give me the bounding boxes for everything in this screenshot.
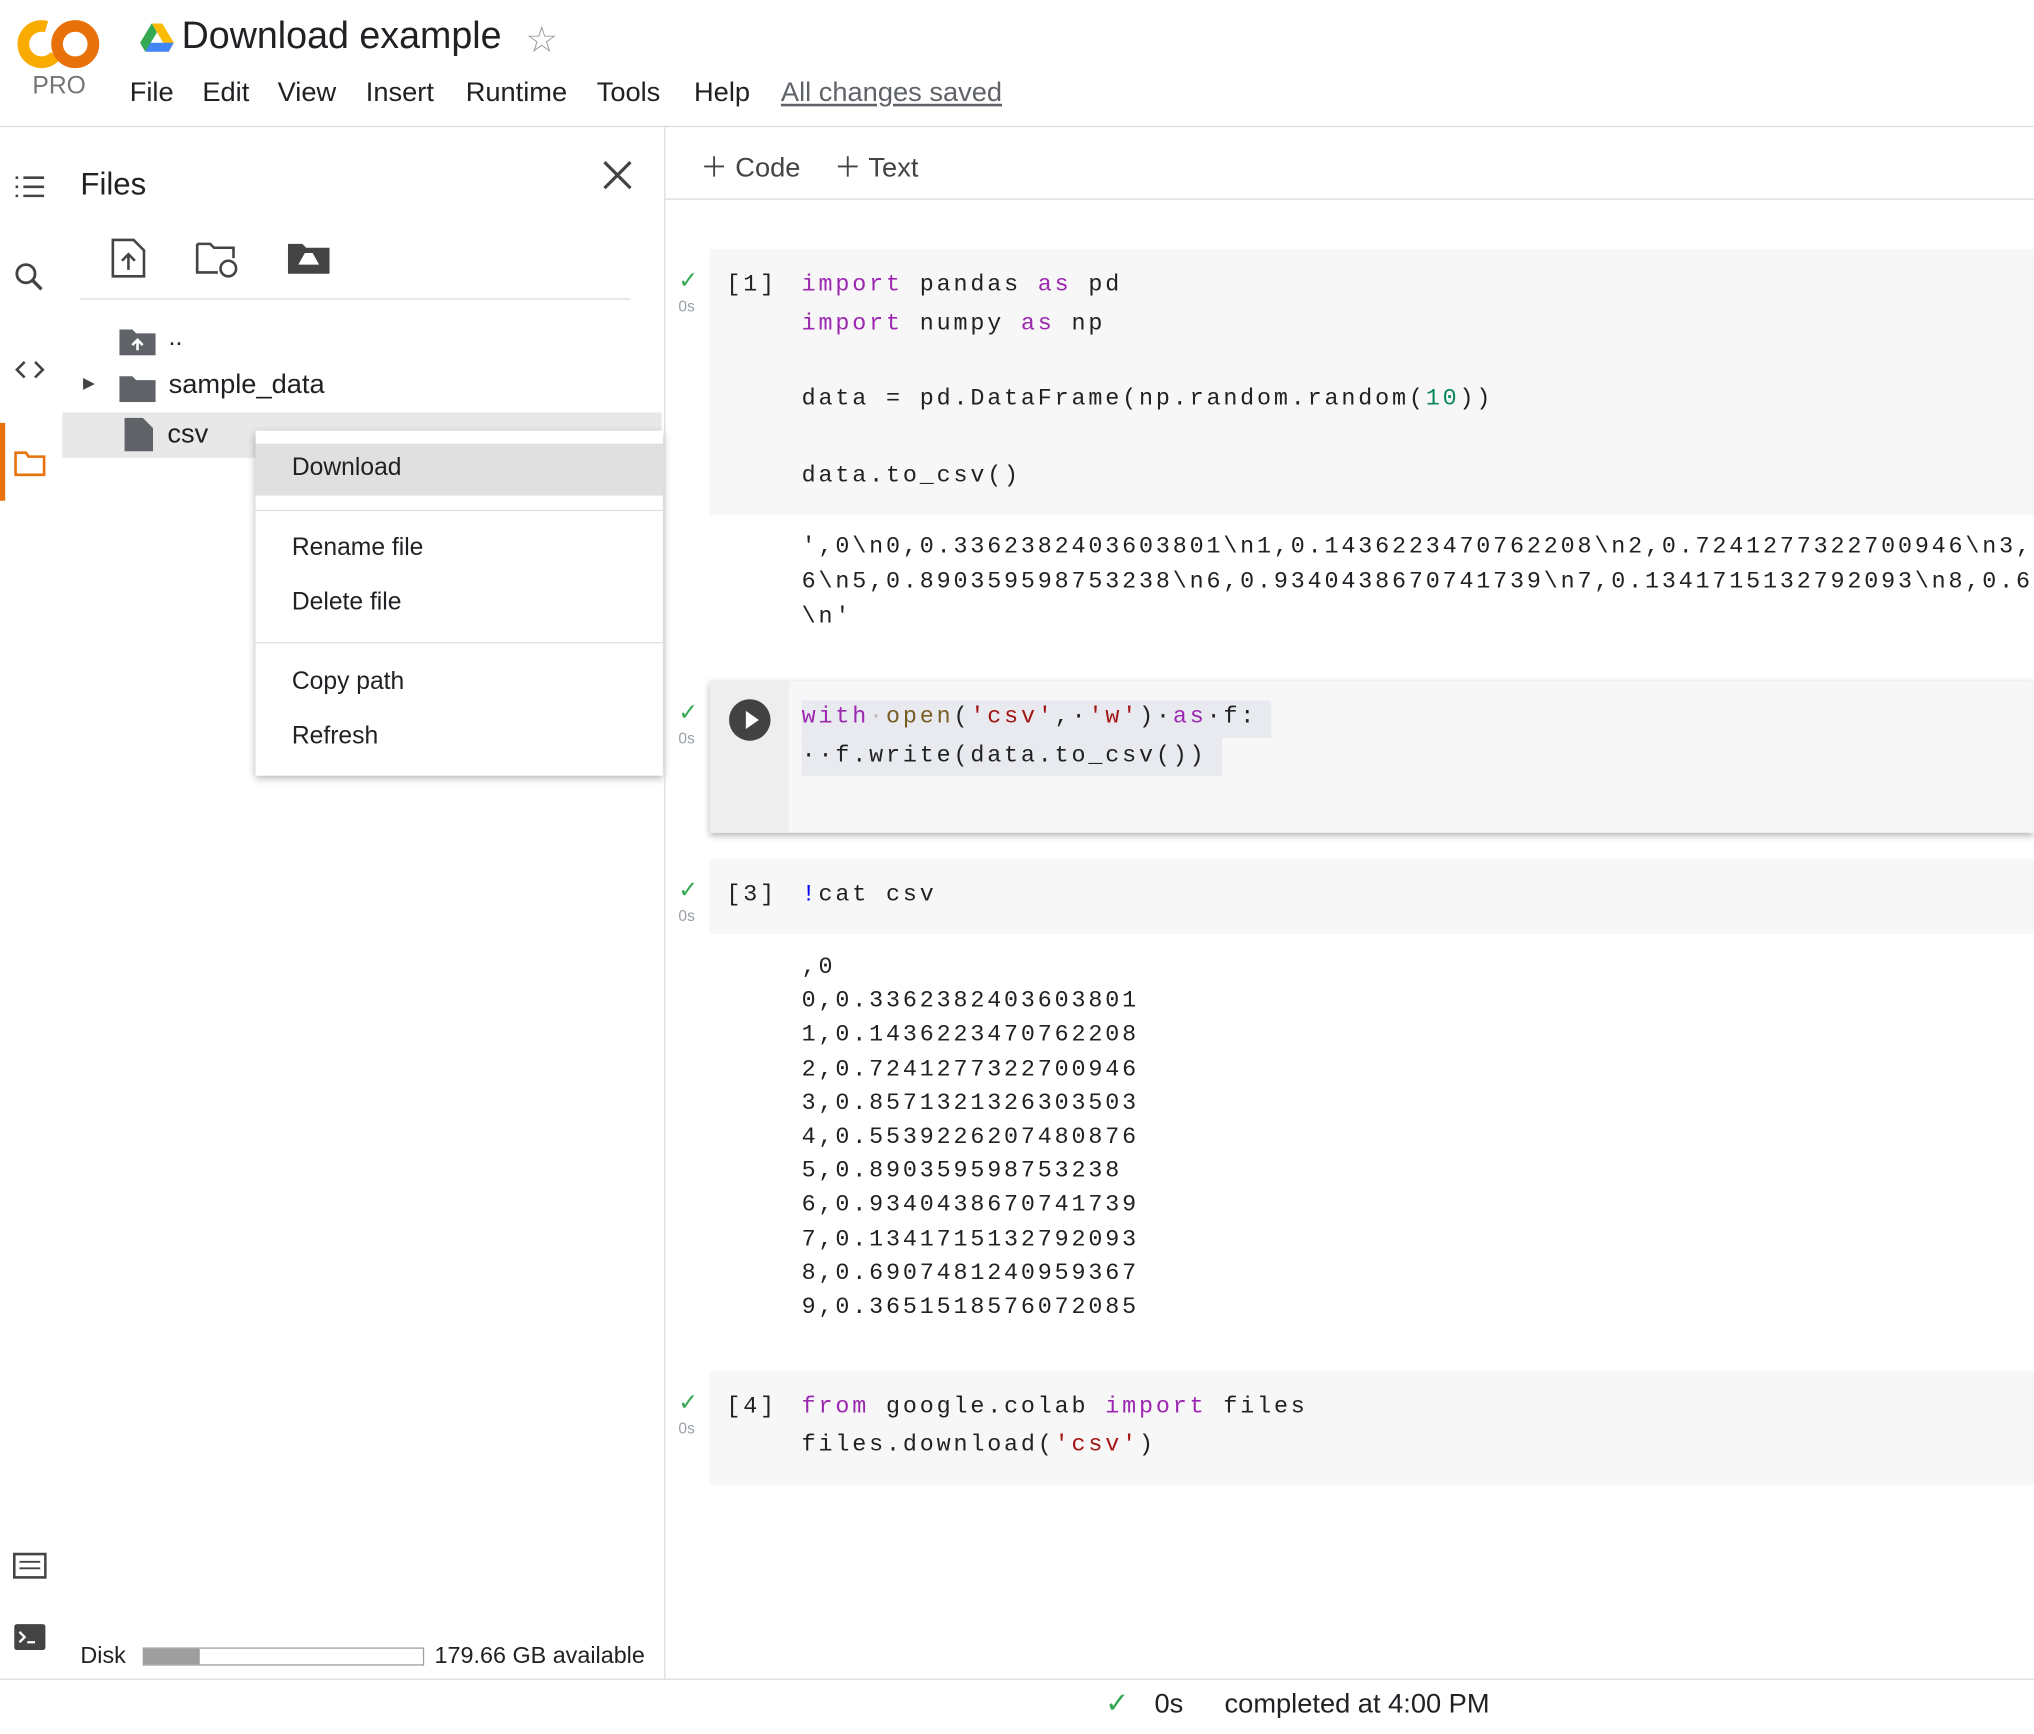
run-cell-button[interactable] <box>729 699 771 741</box>
menu-tools[interactable]: Tools <box>597 78 661 109</box>
success-check-icon: ✓ <box>678 267 699 294</box>
tree-item-label: csv <box>167 418 209 449</box>
refresh-folder-icon[interactable] <box>195 240 242 285</box>
folder-icon[interactable] <box>13 446 47 480</box>
add-text-button[interactable]: ＋ Text <box>834 147 918 186</box>
search-icon[interactable] <box>13 261 47 295</box>
cell-output-line: 5,0.890359598753238 <box>801 1158 1123 1185</box>
cell-prompt: [1] <box>726 272 778 299</box>
toolbar-divider <box>665 198 2034 200</box>
success-check-icon: ✓ <box>678 876 699 903</box>
tree-item-label: sample_data <box>168 369 325 400</box>
star-icon[interactable]: ☆ <box>525 18 558 61</box>
add-code-button[interactable]: ＋ Code <box>700 147 800 186</box>
toolbar-divider <box>80 298 631 300</box>
tree-item-label: .. <box>168 324 183 352</box>
disk-usage-fill <box>143 1648 200 1665</box>
files-panel-title: Files <box>80 167 147 203</box>
cell-output-line: 6,0.9340438670741739 <box>801 1192 1140 1219</box>
cell-output-line: 8,0.6907481240959367 <box>801 1260 1140 1287</box>
disk-usage-bar <box>142 1647 425 1666</box>
execution-time: 0s <box>678 1419 695 1438</box>
play-icon <box>745 710 759 730</box>
context-menu-delete[interactable]: Delete file <box>292 589 402 618</box>
status-text[interactable]: completed at 4:00 PM <box>1225 1689 1490 1720</box>
success-check-icon: ✓ <box>678 1389 699 1416</box>
active-indicator <box>0 422 6 501</box>
code-line: import pandas as pd <box>801 272 1123 299</box>
code-line: import numpy as np <box>801 311 1106 338</box>
drive-icon <box>140 23 174 58</box>
success-check-icon: ✓ <box>678 699 699 726</box>
code-line: with·open('csv',·'w')·as·f: <box>801 704 1258 731</box>
code-line: from google.colab import files <box>801 1394 1308 1421</box>
context-menu-separator <box>255 642 663 644</box>
menu-insert[interactable]: Insert <box>366 78 434 109</box>
expand-arrow-icon[interactable]: ▶ <box>83 374 95 392</box>
command-palette-icon[interactable] <box>12 1550 47 1584</box>
context-menu-separator <box>255 509 663 512</box>
folder-up-icon <box>119 329 156 356</box>
context-menu-refresh[interactable]: Refresh <box>292 723 378 752</box>
file-icon <box>124 417 154 452</box>
cell-output-line: ,0 <box>801 954 836 981</box>
menu-runtime[interactable]: Runtime <box>466 78 567 109</box>
code-line: data = pd.DataFrame(np.random.random(10)… <box>801 386 1494 413</box>
tree-item-parent[interactable]: .. <box>119 324 508 360</box>
disk-label: Disk <box>80 1642 126 1669</box>
pro-badge: PRO <box>32 72 86 100</box>
upload-file-icon[interactable] <box>110 237 146 285</box>
menu-file[interactable]: File <box>130 78 174 109</box>
cell-output-line: ',0\n0,0.3362382403603801\n1,0.143622347… <box>801 534 2034 561</box>
table-of-contents-icon[interactable] <box>13 170 47 204</box>
code-line: ··f.write(data.to_csv()) <box>801 743 1207 770</box>
cell-output-line: 0,0.3362382403603801 <box>801 988 1140 1015</box>
header-divider <box>0 125 2034 128</box>
cell-output-line: 4,0.5539226207480876 <box>801 1124 1140 1151</box>
folder-icon <box>119 376 156 403</box>
code-snippets-icon[interactable] <box>13 353 47 387</box>
cell-output-line: 3,0.8571321326303503 <box>801 1090 1140 1117</box>
cell-output-line: 7,0.1341715132792093 <box>801 1226 1140 1253</box>
status-divider <box>0 1678 2034 1680</box>
notebook-title[interactable]: Download example <box>182 16 502 59</box>
panel-divider <box>664 127 666 1679</box>
code-line: files.download('csv') <box>801 1432 1156 1459</box>
cell-output-line: 6\n5,0.890359598753238\n6,0.934043867074… <box>801 569 2034 596</box>
cell-prompt: [3] <box>726 882 778 909</box>
status-time[interactable]: 0s <box>1155 1689 1184 1720</box>
code-line: data.to_csv() <box>801 463 1021 490</box>
close-panel-icon[interactable] <box>599 157 635 200</box>
cell-output-line: \n' <box>801 604 853 631</box>
code-line: !cat csv <box>801 882 937 909</box>
disk-available: 179.66 GB available <box>434 1642 645 1669</box>
cell-output-line: 2,0.7241277322700946 <box>801 1056 1140 1083</box>
menu-help[interactable]: Help <box>694 78 750 109</box>
cell-output-line: 1,0.1436223470762208 <box>801 1022 1140 1049</box>
plus-icon: ＋ <box>834 153 862 183</box>
execution-time: 0s <box>678 297 695 316</box>
context-menu-rename[interactable]: Rename file <box>292 534 424 563</box>
plus-icon: ＋ <box>700 153 728 183</box>
colab-logo[interactable] <box>16 18 102 70</box>
execution-time: 0s <box>678 729 695 748</box>
status-check-icon: ✓ <box>1105 1686 1130 1719</box>
tree-item-sample-data[interactable]: ▶ sample_data <box>80 368 599 404</box>
code-cell-4[interactable] <box>709 1371 2034 1486</box>
terminal-icon[interactable] <box>13 1622 47 1656</box>
save-status[interactable]: All changes saved <box>781 78 1002 109</box>
cell-output-line: 9,0.3651518576072085 <box>801 1294 1140 1321</box>
mount-drive-icon[interactable] <box>287 240 331 283</box>
execution-time: 0s <box>678 906 695 925</box>
context-menu-copy-path[interactable]: Copy path <box>292 668 404 697</box>
menu-view[interactable]: View <box>278 78 337 109</box>
context-menu-download[interactable]: Download <box>292 454 402 483</box>
menu-edit[interactable]: Edit <box>202 78 249 109</box>
cell-prompt: [4] <box>726 1394 778 1421</box>
